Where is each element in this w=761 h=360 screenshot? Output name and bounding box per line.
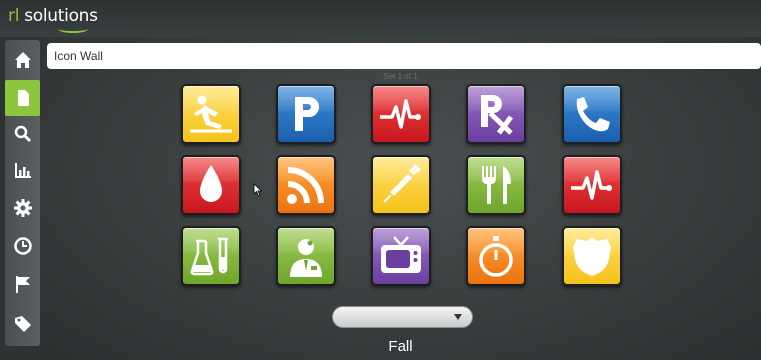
icon-tile-rss[interactable] <box>276 155 336 215</box>
stopwatch-icon <box>479 236 513 277</box>
sidebar-item-home[interactable] <box>5 42 40 78</box>
icon-tile-phone[interactable] <box>562 84 622 144</box>
logo-swoosh <box>58 25 88 33</box>
sidebar-item-tag[interactable] <box>5 306 40 342</box>
sidebar-item-reports[interactable] <box>5 152 40 188</box>
sidebar <box>5 40 40 346</box>
top-bar: rl solutions <box>0 0 761 37</box>
page-title: Icon Wall <box>47 43 761 69</box>
sidebar-item-document[interactable] <box>5 80 40 116</box>
mouse-cursor-icon <box>253 183 263 197</box>
rss-feed-icon <box>287 167 324 204</box>
selected-icon-caption: Fall <box>388 338 413 355</box>
syringe-icon <box>383 163 422 203</box>
icon-tile-tv[interactable] <box>371 226 431 286</box>
icon-tile-parking[interactable] <box>276 84 336 144</box>
bar-chart-icon <box>14 163 31 178</box>
chevron-down-icon <box>454 314 462 320</box>
heartbeat-icon <box>571 170 612 200</box>
icon-tile-blood[interactable] <box>181 155 241 215</box>
icon-tile-heartbeat[interactable] <box>371 84 431 144</box>
parking-icon <box>295 97 319 131</box>
home-icon <box>14 52 31 68</box>
fork-knife-icon <box>482 166 511 204</box>
security-badge-icon <box>573 237 611 276</box>
sidebar-item-search[interactable] <box>5 116 40 152</box>
icon-tile-fall[interactable] <box>181 84 241 144</box>
gear-icon <box>13 199 32 217</box>
rl-solutions-logo: rl solutions <box>8 6 98 26</box>
phone-icon <box>576 97 610 132</box>
tv-icon <box>381 236 421 273</box>
icon-tile-prescription[interactable] <box>466 84 526 144</box>
icon-tile-lab[interactable] <box>181 226 241 286</box>
document-icon <box>17 90 29 106</box>
flag-icon <box>15 276 30 293</box>
icon-tile-syringe[interactable] <box>371 155 431 215</box>
lab-flask-icon <box>190 237 228 276</box>
icon-tile-doctor[interactable] <box>276 226 336 286</box>
set-label: Set 1 of 1 <box>383 72 418 81</box>
heartbeat-icon <box>380 99 421 129</box>
prescription-rx-icon <box>481 95 513 135</box>
main-panel: Icon Wall Set 1 of 1 Fall <box>40 37 761 360</box>
icon-tile-heartbeat-2[interactable] <box>562 155 622 215</box>
icon-tile-food[interactable] <box>466 155 526 215</box>
fall-person-icon <box>190 95 232 133</box>
doctor-icon <box>290 239 322 277</box>
sidebar-item-flag[interactable] <box>5 266 40 302</box>
sidebar-item-history[interactable] <box>5 228 40 264</box>
tag-icon <box>14 316 31 332</box>
search-icon <box>14 125 31 143</box>
icon-tile-security[interactable] <box>562 226 622 286</box>
sidebar-item-settings[interactable] <box>5 190 40 226</box>
category-select[interactable] <box>332 306 473 328</box>
clock-icon <box>13 237 32 255</box>
blood-drop-icon <box>200 165 222 202</box>
icon-tile-stopwatch[interactable] <box>466 226 526 286</box>
